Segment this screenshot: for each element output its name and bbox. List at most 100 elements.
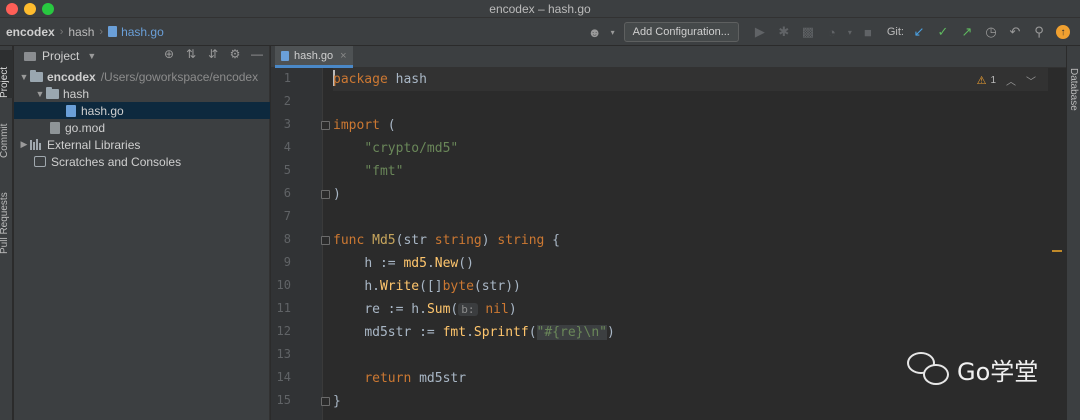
stop-icon[interactable]: ■: [857, 21, 879, 43]
code-line[interactable]: "fmt": [333, 160, 403, 183]
go-file-icon: [66, 104, 76, 117]
code-text: ([]: [419, 279, 443, 294]
code-function-call: Write: [379, 279, 420, 294]
tree-item-scratches[interactable]: Scratches and Consoles: [14, 153, 270, 170]
inspection-widget[interactable]: ⚠ 1 ︿ ﹀: [977, 73, 1036, 88]
chevron-down-icon[interactable]: ▼: [34, 89, 46, 99]
tree-item-label: hash: [63, 86, 90, 101]
tree-item-external-libraries[interactable]: ▶ External Libraries: [14, 136, 270, 153]
tool-tab-project[interactable]: Project: [0, 50, 13, 98]
chevron-down-icon[interactable]: ▼: [87, 51, 96, 61]
code-text: }: [333, 394, 341, 409]
parameter-hint: b:: [458, 303, 478, 316]
code-function-call: Sum: [426, 302, 451, 317]
chevron-down-icon[interactable]: ▾: [845, 21, 855, 43]
code-text: re := h.: [364, 302, 427, 317]
close-icon[interactable]: ×: [340, 50, 346, 62]
code-line[interactable]: md5str := fmt.Sprintf("#{re}\n"): [333, 321, 615, 344]
code-line[interactable]: re := h.Sum(b: nil): [333, 298, 516, 321]
collapse-all-icon[interactable]: ⇵: [205, 47, 221, 61]
folder-icon: [30, 69, 43, 82]
code-line[interactable]: h.Write([]byte(str)): [333, 275, 521, 298]
code-keyword: string: [497, 233, 545, 248]
gear-icon[interactable]: ⚙: [227, 47, 243, 61]
tool-tab-commit[interactable]: Commit: [0, 112, 13, 158]
line-number-gutter: 1 2 3 4 5 6 7 8 9 10 11 12 13 14 15: [271, 68, 330, 420]
line-number: 10: [276, 278, 291, 292]
breadcrumb-folder[interactable]: hash: [68, 25, 94, 39]
breadcrumb-file[interactable]: hash.go: [121, 25, 164, 39]
navigation-bar: encodex › hash › hash.go ☻ ▾ Add Configu…: [0, 18, 1080, 46]
tree-item-label: External Libraries: [47, 137, 141, 152]
watermark: Go学堂: [905, 350, 1038, 388]
code-line[interactable]: import (: [333, 114, 396, 137]
code-text: h :=: [364, 256, 404, 271]
chevron-right-icon[interactable]: ▶: [18, 139, 30, 150]
watermark-text: Go学堂: [957, 357, 1039, 386]
code-line[interactable]: }: [333, 390, 341, 413]
code-text: .: [426, 256, 435, 271]
project-panel-title[interactable]: Project: [42, 49, 79, 63]
editor-tab-bar: hash.go ×: [271, 46, 1066, 68]
go-mod-file-icon: [50, 121, 60, 134]
breadcrumb-project[interactable]: encodex: [6, 25, 55, 39]
ide-update-button[interactable]: ↑: [1052, 21, 1074, 43]
chevron-down-icon[interactable]: ▾: [608, 21, 618, 43]
code-text: ): [606, 325, 615, 340]
code-line[interactable]: func Md5(str string) string {: [333, 229, 560, 252]
rollback-icon[interactable]: ↶: [1004, 21, 1026, 43]
code-line[interactable]: h := md5.New(): [333, 252, 474, 275]
fold-marker-icon[interactable]: [321, 190, 330, 199]
project-panel-header: Project ▼ ⊕ ⇅ ⇵ ⚙ —: [14, 46, 269, 66]
git-label: Git:: [886, 26, 904, 38]
fold-marker-icon[interactable]: [321, 236, 330, 245]
scrollbar-warning-marker[interactable]: [1052, 250, 1062, 252]
history-icon[interactable]: ◷: [980, 21, 1002, 43]
scratches-icon: [34, 156, 46, 167]
warning-count: 1: [990, 75, 996, 86]
code-keyword: nil: [485, 302, 509, 317]
line-number: 1: [283, 71, 291, 85]
search-icon[interactable]: ⚲: [1028, 21, 1050, 43]
fold-marker-icon[interactable]: [321, 397, 330, 406]
code-text: (str)): [473, 279, 521, 294]
editor-tab-hash-go[interactable]: hash.go ×: [275, 46, 353, 68]
chevron-down-icon[interactable]: ▼: [18, 72, 30, 82]
code-line[interactable]: return md5str: [333, 367, 466, 390]
git-update-icon[interactable]: ↙: [908, 21, 930, 43]
code-text: md5str: [411, 371, 467, 386]
git-push-icon[interactable]: ↗: [956, 21, 978, 43]
code-text: (: [379, 118, 396, 133]
tool-tab-pull-requests[interactable]: Pull Requests: [0, 178, 13, 254]
line-number: 6: [283, 186, 291, 200]
user-icon[interactable]: ☻: [584, 21, 606, 43]
tool-tab-database[interactable]: Database: [1068, 68, 1079, 111]
coverage-icon[interactable]: ▩: [797, 21, 819, 43]
expand-all-icon[interactable]: ⇅: [183, 47, 199, 61]
code-text: (str: [395, 233, 435, 248]
chevron-up-icon[interactable]: ︿: [1006, 73, 1016, 88]
debug-icon[interactable]: ✱: [773, 21, 795, 43]
code-function-name: Md5: [372, 233, 396, 248]
code-line[interactable]: package hash: [333, 68, 1048, 91]
hide-icon[interactable]: —: [249, 47, 265, 61]
tree-item-encodex[interactable]: ▼ encodex /Users/goworkspace/encodex: [14, 68, 270, 85]
chevron-down-icon[interactable]: ﹀: [1026, 73, 1036, 88]
tree-item-hash[interactable]: ▼ hash: [14, 85, 270, 102]
fold-marker-icon[interactable]: [321, 121, 330, 130]
locate-icon[interactable]: ⊕: [161, 47, 177, 61]
line-number: 3: [283, 117, 291, 131]
tree-item-hash-go[interactable]: hash.go: [14, 102, 270, 119]
editor-tab-label: hash.go: [294, 49, 334, 62]
code-line[interactable]: "crypto/md5": [333, 137, 458, 160]
run-icon[interactable]: ▶: [749, 21, 771, 43]
code-line[interactable]: ): [333, 183, 341, 206]
line-number: 14: [276, 370, 291, 384]
code-text: ): [481, 233, 498, 248]
profile-icon[interactable]: ◔: [821, 21, 843, 43]
tree-item-go-mod[interactable]: go.mod: [14, 119, 270, 136]
add-configuration-button[interactable]: Add Configuration...: [623, 22, 739, 42]
git-commit-icon[interactable]: ✓: [932, 21, 954, 43]
code-keyword: byte: [442, 279, 474, 294]
code-keyword: return: [364, 371, 412, 386]
